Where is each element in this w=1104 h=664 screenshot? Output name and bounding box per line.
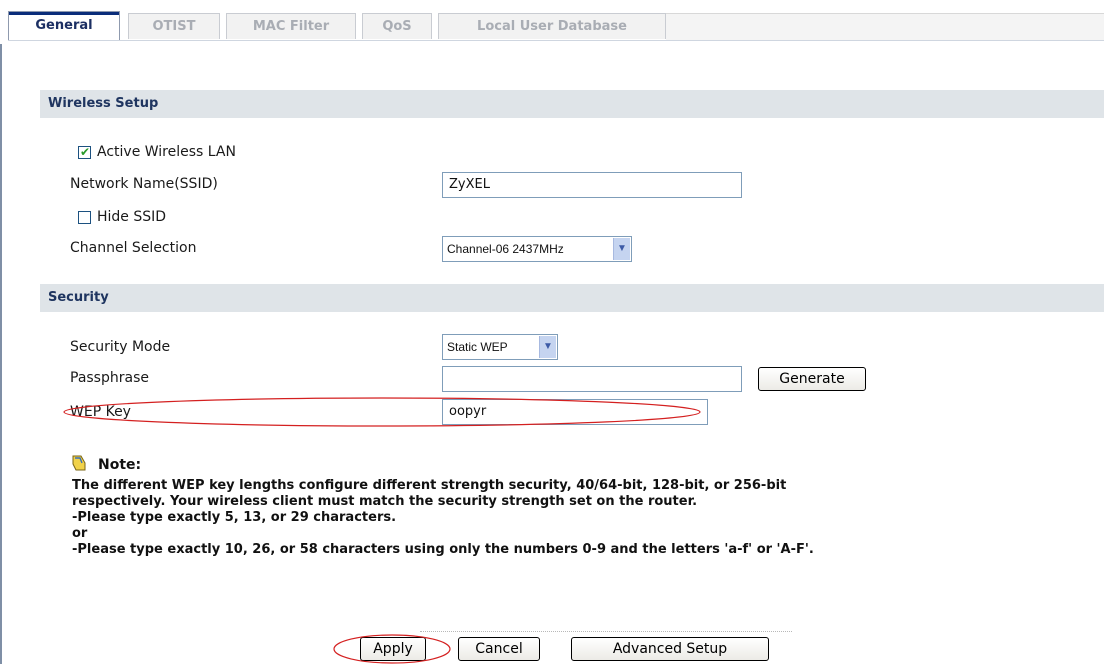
section-header-security: Security (40, 284, 1104, 312)
section-header-wireless-setup: Wireless Setup (40, 90, 1104, 118)
passphrase-input[interactable] (442, 366, 742, 392)
security-mode-select[interactable]: Static WEP ▼ (442, 334, 558, 360)
security-mode-label: Security Mode (70, 339, 171, 355)
note-line: -Please type exactly 5, 13, or 29 charac… (72, 510, 397, 525)
channel-selection-label: Channel Selection (70, 240, 197, 256)
hide-ssid-checkbox[interactable] (78, 211, 91, 224)
chevron-down-icon[interactable]: ▼ (539, 336, 556, 358)
note-line: respectively. Your wireless client must … (72, 494, 698, 509)
apply-button[interactable]: Apply (360, 637, 426, 661)
cancel-button[interactable]: Cancel (458, 637, 540, 661)
checkmark-icon: ✔ (80, 145, 91, 159)
tab-otist[interactable]: OTIST (128, 13, 220, 39)
note-line: -Please type exactly 10, 26, or 58 chara… (72, 542, 814, 557)
left-frame-border (0, 44, 2, 664)
passphrase-label: Passphrase (70, 370, 149, 386)
active-wireless-lan-checkbox[interactable]: ✔ (78, 145, 91, 159)
tab-strip-filler (666, 13, 1104, 41)
note-line: or (72, 526, 88, 541)
router-config-page: General OTIST MAC Filter QoS Local User … (0, 0, 1104, 664)
tab-general[interactable]: General (8, 11, 120, 41)
wep-key-label: WEP Key (70, 404, 131, 420)
tab-qos[interactable]: QoS (362, 13, 432, 39)
generate-button[interactable]: Generate (758, 367, 866, 391)
channel-select-value: Channel-06 2437MHz (447, 242, 564, 256)
note-text: The different WEP key lengths configure … (72, 478, 1092, 558)
note-heading: Note: (70, 454, 141, 476)
button-divider (420, 631, 792, 632)
note-line: The different WEP key lengths configure … (72, 478, 787, 493)
wep-key-input[interactable]: oopyr (442, 399, 708, 425)
active-wireless-lan-label: Active Wireless LAN (97, 144, 236, 160)
ssid-input[interactable]: ZyXEL (442, 172, 742, 198)
tab-mac-filter[interactable]: MAC Filter (226, 13, 356, 39)
note-title: Note: (98, 457, 142, 473)
tab-bar: General OTIST MAC Filter QoS Local User … (8, 7, 1104, 41)
security-mode-value: Static WEP (447, 340, 508, 354)
hide-ssid-label: Hide SSID (97, 209, 167, 225)
tab-baseline (8, 40, 1104, 41)
tab-local-user-database[interactable]: Local User Database (438, 13, 666, 39)
ssid-label: Network Name(SSID) (70, 176, 218, 192)
note-icon (70, 454, 90, 476)
advanced-setup-button[interactable]: Advanced Setup (571, 637, 769, 661)
chevron-down-icon[interactable]: ▼ (613, 238, 630, 260)
channel-select[interactable]: Channel-06 2437MHz ▼ (442, 236, 632, 262)
